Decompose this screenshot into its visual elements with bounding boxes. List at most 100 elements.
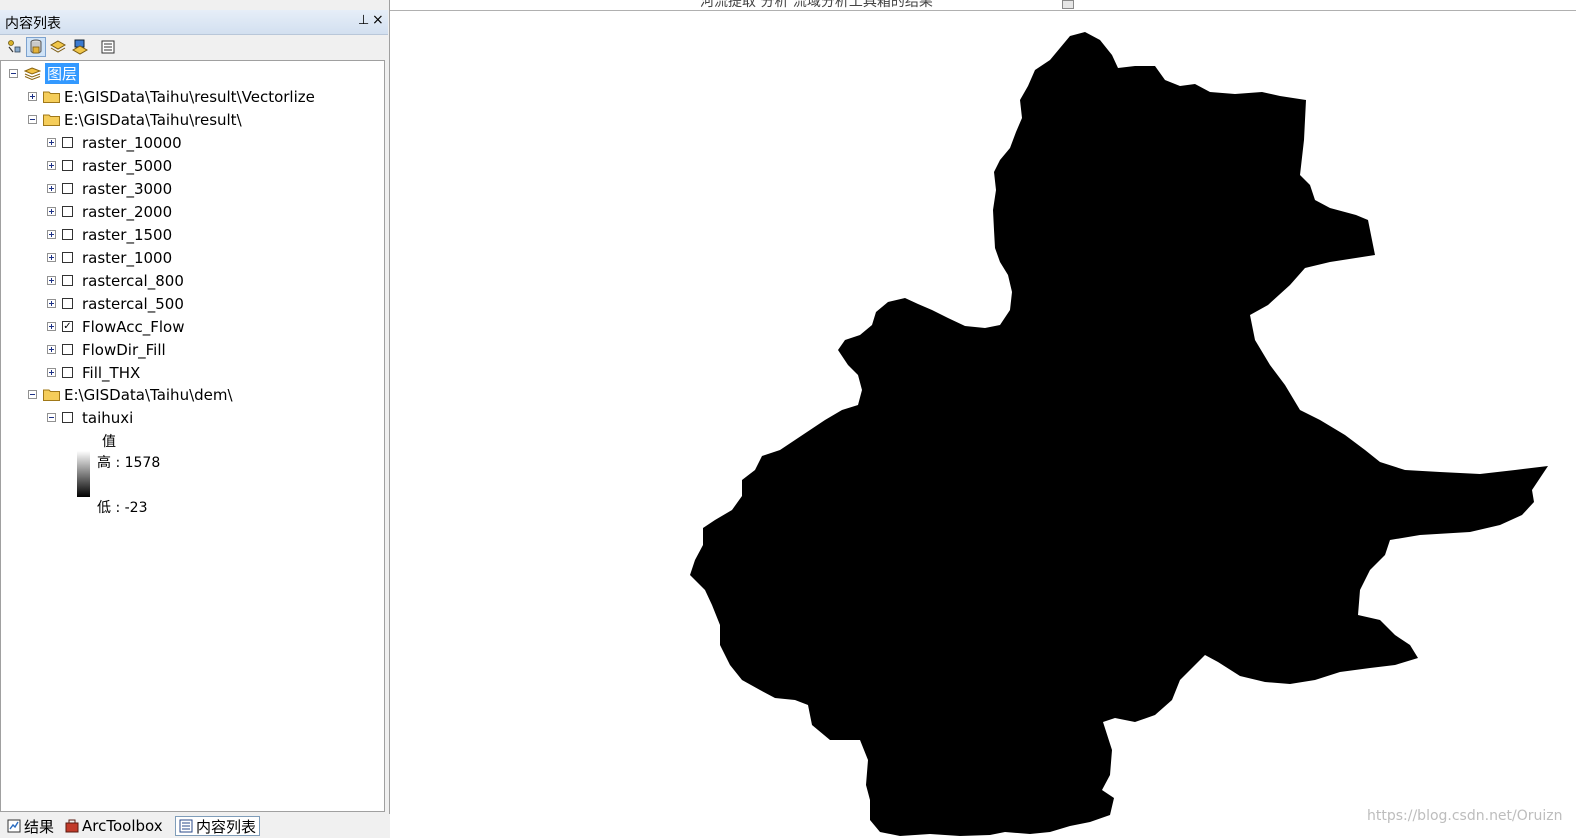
options-button[interactable] (98, 37, 118, 57)
layer-row[interactable]: raster_1000 (47, 246, 172, 269)
layer-visibility-checkbox[interactable] (62, 367, 73, 378)
tab-table-of-contents[interactable]: 内容列表 (175, 816, 261, 837)
layer-row[interactable]: raster_5000 (47, 154, 172, 177)
panel-title: 内容列表 (5, 16, 61, 32)
expand-toggle[interactable] (47, 276, 56, 285)
layer-visibility-checkbox[interactable] (62, 298, 73, 309)
group-label[interactable]: E:\GISData\Taihu\result\ (64, 111, 242, 129)
layer-label[interactable]: raster_10000 (82, 134, 182, 152)
toc-icon (179, 819, 193, 833)
layer-visibility-checkbox[interactable] (62, 275, 73, 286)
layer-visibility-checkbox[interactable] (62, 160, 73, 171)
layer-visibility-checkbox[interactable] (62, 252, 73, 263)
collapse-toggle[interactable] (28, 390, 37, 399)
layers-stack-icon (24, 67, 41, 80)
layer-visibility-checkbox[interactable] (62, 206, 73, 217)
toolbox-icon (65, 819, 79, 833)
layer-row[interactable]: rastercal_800 (47, 269, 184, 292)
layer-label[interactable]: raster_1500 (82, 226, 172, 244)
tab-results[interactable]: 结果 (4, 816, 54, 836)
layer-row[interactable]: rastercal_500 (47, 292, 184, 315)
expand-toggle[interactable] (47, 322, 56, 331)
tree-group-vectorlize[interactable]: E:\GISData\Taihu\result\Vectorlize (28, 85, 315, 108)
panel-title-bar: 内容列表 ⊥ × (0, 10, 388, 35)
layer-visibility-checkbox[interactable] (62, 183, 73, 194)
folder-icon (43, 389, 60, 401)
layer-row[interactable]: taihuxi (47, 406, 133, 429)
tab-label[interactable]: 内容列表 (196, 816, 256, 837)
watermark-text: https://blog.csdn.net/Oruizn (1367, 808, 1563, 824)
taihuxi-region-shape (690, 32, 1548, 836)
layer-label[interactable]: raster_5000 (82, 157, 172, 175)
folder-icon (43, 114, 60, 126)
expand-toggle[interactable] (47, 299, 56, 308)
tree-root-layers[interactable]: 图层 (9, 62, 80, 85)
tree-group-dem[interactable]: E:\GISData\Taihu\dem\ (28, 383, 233, 406)
layer-label[interactable]: raster_3000 (82, 180, 172, 198)
layer-label[interactable]: raster_2000 (82, 203, 172, 221)
list-by-visibility-button[interactable] (48, 37, 68, 57)
layer-visibility-checkbox[interactable] (62, 412, 73, 423)
expand-toggle[interactable] (47, 368, 56, 377)
layer-label[interactable]: Fill_THX (82, 364, 140, 382)
map-canvas[interactable] (392, 11, 1576, 838)
expand-toggle[interactable] (47, 161, 56, 170)
layer-label[interactable]: FlowAcc_Flow (82, 318, 184, 336)
expand-toggle[interactable] (47, 253, 56, 262)
layer-row[interactable]: raster_1500 (47, 223, 172, 246)
layers-icon (50, 40, 66, 53)
layer-label[interactable]: rastercal_800 (82, 272, 184, 290)
tab-label[interactable]: 结果 (24, 816, 54, 837)
bottom-tab-strip: 结果 ArcToolbox 内容列表 (0, 814, 390, 838)
expand-toggle[interactable] (47, 230, 56, 239)
layer-visibility-checkbox[interactable] (62, 229, 73, 240)
layer-label[interactable]: taihuxi (82, 409, 133, 427)
toc-toolbar (0, 35, 388, 59)
group-label[interactable]: E:\GISData\Taihu\result\Vectorlize (64, 88, 315, 106)
layer-row[interactable]: raster_10000 (47, 131, 182, 154)
expand-toggle[interactable] (47, 345, 56, 354)
selection-layers-icon (72, 39, 88, 55)
tab-label[interactable]: ArcToolbox (82, 817, 163, 835)
table-of-contents-panel: 内容列表 ⊥ × 图层 E:\GISData\Taihu\result\Vect… (0, 0, 390, 838)
layer-label[interactable]: FlowDir_Fill (82, 341, 166, 359)
list-by-source-button[interactable] (26, 37, 46, 57)
expand-toggle[interactable] (47, 138, 56, 147)
list-by-drawing-order-button[interactable] (4, 37, 24, 57)
legend-color-ramp (77, 451, 90, 497)
database-icon (30, 39, 42, 54)
dropdown-arrow-icon[interactable] (1062, 0, 1074, 9)
map-display[interactable]: https://blog.csdn.net/Oruizn (392, 11, 1576, 838)
layer-row[interactable]: Fill_THX (47, 361, 140, 384)
group-label[interactable]: E:\GISData\Taihu\dem\ (64, 386, 233, 404)
legend-low-label: 低 : -23 (97, 500, 148, 516)
truncated-title-text: 河流提取 分析 流域分析工具箱的结果 (700, 0, 933, 10)
layer-label[interactable]: rastercal_500 (82, 295, 184, 313)
collapse-toggle[interactable] (47, 413, 56, 422)
collapse-toggle[interactable] (9, 69, 18, 78)
layer-visibility-checkbox[interactable] (62, 137, 73, 148)
drawing-order-icon (8, 40, 21, 53)
layer-row[interactable]: raster_2000 (47, 200, 172, 223)
layer-visibility-checkbox[interactable]: ✓ (62, 321, 73, 332)
expand-toggle[interactable] (47, 207, 56, 216)
results-icon (7, 819, 21, 833)
layer-visibility-checkbox[interactable] (62, 344, 73, 355)
map-top-strip: 河流提取 分析 流域分析工具箱的结果 (390, 0, 1576, 11)
tab-arctoolbox[interactable]: ArcToolbox (62, 816, 163, 836)
tree-group-result[interactable]: E:\GISData\Taihu\result\ (28, 108, 242, 131)
collapse-toggle[interactable] (28, 115, 37, 124)
legend-high-label: 高 : 1578 (97, 455, 161, 471)
close-icon[interactable]: × (372, 12, 384, 28)
pin-icon[interactable]: ⊥ (358, 13, 369, 28)
layer-row[interactable]: FlowDir_Fill (47, 338, 166, 361)
layer-row[interactable]: raster_3000 (47, 177, 172, 200)
tree-root-label[interactable]: 图层 (45, 63, 80, 84)
list-by-selection-button[interactable] (70, 37, 90, 57)
legend-field-label: 值 (102, 434, 116, 450)
expand-toggle[interactable] (28, 92, 37, 101)
expand-toggle[interactable] (47, 184, 56, 193)
layer-label[interactable]: raster_1000 (82, 249, 172, 267)
options-list-icon (101, 40, 115, 54)
layer-row[interactable]: ✓ FlowAcc_Flow (47, 315, 184, 338)
